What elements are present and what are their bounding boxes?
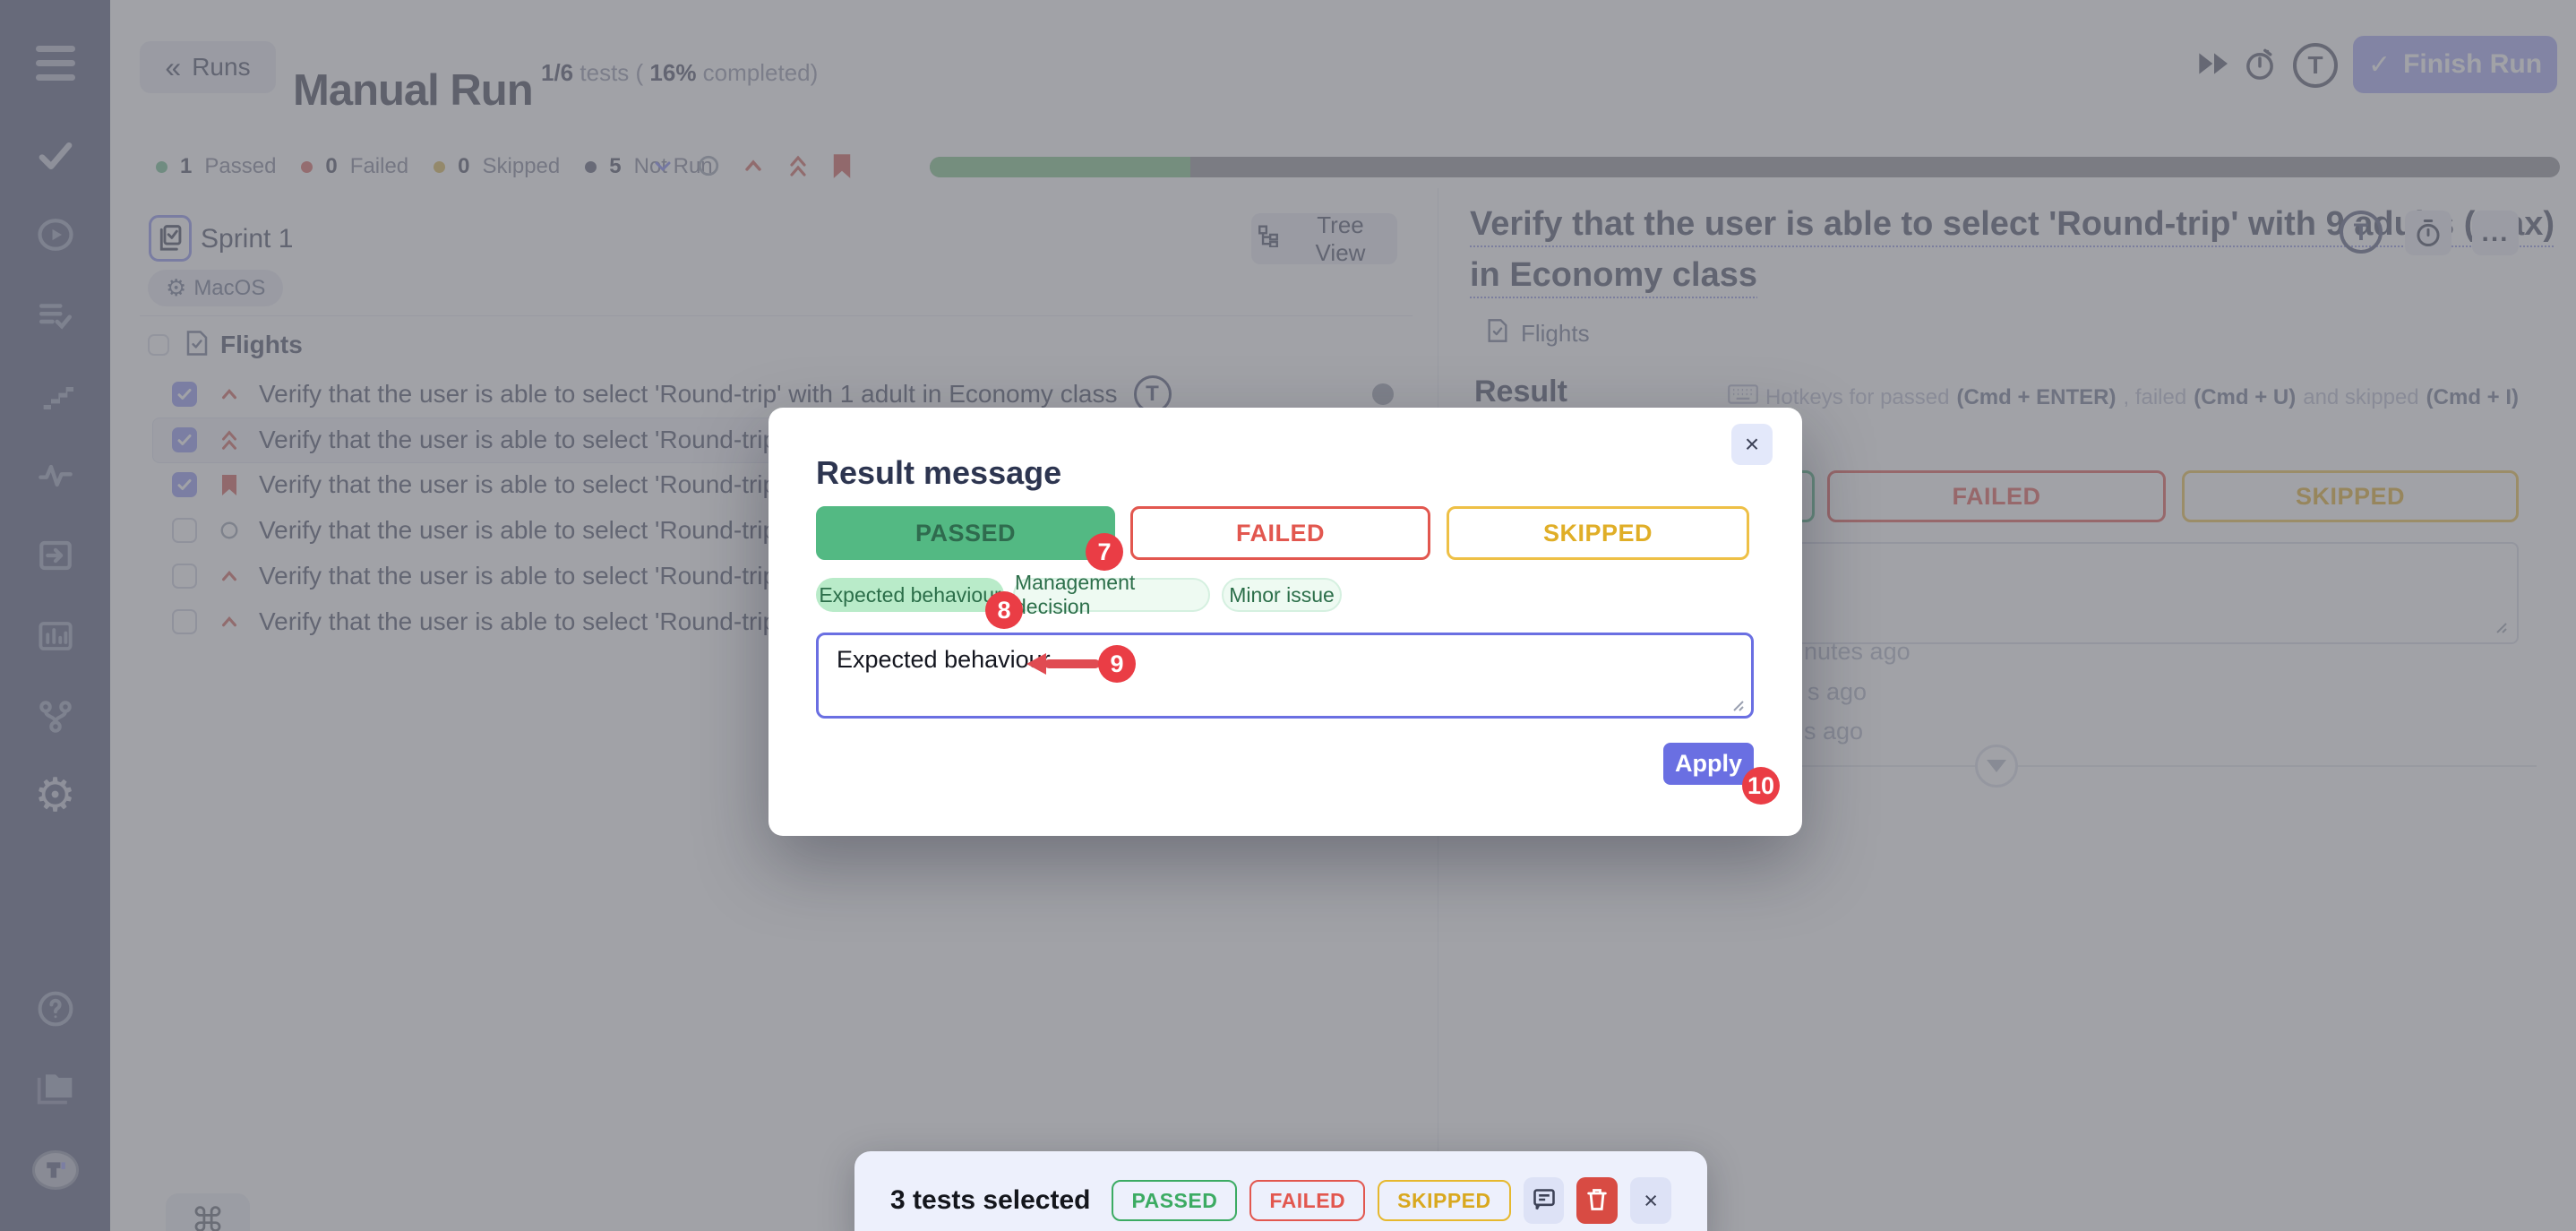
tag-management-decision[interactable]: Management decision [1013,578,1210,612]
apply-label: Apply [1675,750,1742,778]
close-icon: × [1745,430,1759,459]
trash-icon [1585,1187,1609,1215]
tag-label: Management decision [1015,571,1208,619]
bulk-close-button[interactable]: × [1630,1177,1671,1224]
failed-label: FAILED [1236,520,1325,547]
modal-passed-button[interactable]: PASSED [816,506,1115,560]
tag-label: Minor issue [1229,583,1335,607]
passed-label: PASSED [915,520,1016,547]
bulk-actions-bar: 3 tests selected PASSED FAILED SKIPPED × [854,1151,1707,1231]
skipped-label: SKIPPED [1397,1189,1490,1213]
bulk-delete-button[interactable] [1576,1177,1618,1224]
app-window: ⚙ « Runs Manual Run 1/6 tests ( 16% comp… [0,0,2576,1231]
failed-label: FAILED [1269,1189,1345,1213]
result-message-modal: × Result message PASSED FAILED SKIPPED E… [769,408,1802,836]
annotation-badge-7: 7 [1086,533,1123,571]
tag-label: Expected behaviour [819,583,1000,607]
tag-expected-behaviour[interactable]: Expected behaviour [816,578,1004,612]
modal-skipped-button[interactable]: SKIPPED [1447,506,1749,560]
skipped-label: SKIPPED [1543,520,1653,547]
passed-label: PASSED [1131,1189,1217,1213]
bulk-failed-button[interactable]: FAILED [1249,1180,1365,1221]
comment-icon [1532,1187,1557,1215]
annotation-badge-10: 10 [1742,767,1780,805]
bulk-comment-button[interactable] [1524,1177,1565,1224]
bulk-skipped-button[interactable]: SKIPPED [1378,1180,1510,1221]
selected-count-text: 3 tests selected [890,1185,1090,1216]
annotation-arrow-icon [1026,653,1100,675]
bulk-passed-button[interactable]: PASSED [1112,1180,1237,1221]
annotation-badge-8: 8 [985,591,1023,629]
message-textarea[interactable]: Expected behaviour [816,633,1754,719]
modal-title: Result message [816,454,1061,492]
annotation-badge-9: 9 [1098,645,1136,683]
apply-button[interactable]: Apply [1663,743,1754,785]
tag-minor-issue[interactable]: Minor issue [1222,578,1342,612]
resize-grip-icon[interactable] [1729,696,1745,717]
modal-failed-button[interactable]: FAILED [1130,506,1430,560]
close-icon: × [1644,1187,1658,1215]
modal-close-button[interactable]: × [1731,424,1773,465]
